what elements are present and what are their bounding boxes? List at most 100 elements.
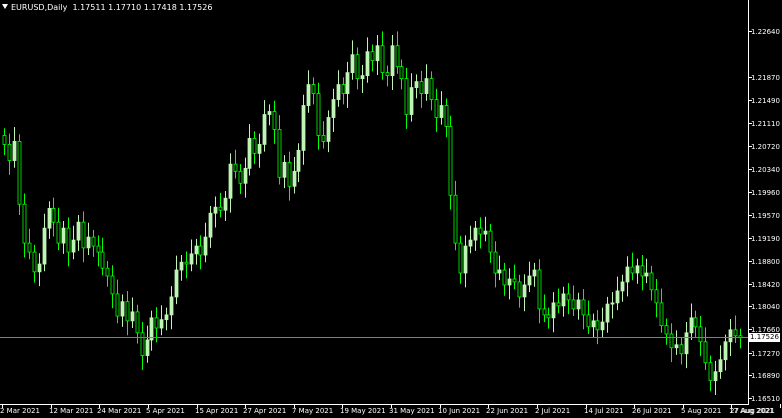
- candle-body: [336, 84, 341, 100]
- price-tick-label: 1.18800: [751, 257, 780, 266]
- candle-body: [257, 144, 262, 154]
- candle-body: [247, 138, 252, 169]
- candle-body: [311, 84, 316, 94]
- candle-body: [321, 135, 326, 142]
- candle-body: [306, 84, 311, 106]
- price-tick-label: 1.19570: [751, 211, 780, 220]
- candle-body: [86, 236, 91, 249]
- candle-body: [644, 272, 649, 277]
- candle-body: [625, 266, 630, 283]
- chart-header[interactable]: EURUSD,Daily 1.17511 1.17710 1.17418 1.1…: [2, 3, 212, 13]
- candle-body: [713, 371, 718, 382]
- candle-body: [105, 267, 110, 277]
- candle-body: [287, 161, 292, 187]
- candle-body: [71, 239, 76, 253]
- candle-body: [728, 329, 733, 343]
- candle-body: [527, 275, 532, 286]
- candle-body: [507, 278, 512, 286]
- price-tick-label: 1.19960: [751, 188, 780, 197]
- candle-body: [238, 170, 243, 184]
- candle-body: [468, 239, 473, 247]
- time-tick-label: 22 Jun 2021: [486, 407, 529, 415]
- candle-body: [723, 341, 728, 361]
- candle-body: [448, 126, 453, 196]
- candle-body: [17, 141, 22, 205]
- candle-body: [664, 325, 669, 335]
- candle-body: [174, 269, 179, 298]
- candle-body: [120, 301, 125, 317]
- candle-body: [453, 194, 458, 244]
- candle-body: [581, 299, 586, 316]
- candle-body: [399, 66, 404, 80]
- candle-body: [213, 206, 218, 214]
- candle-body: [198, 245, 203, 256]
- candle-body: [218, 206, 223, 211]
- candle-body: [282, 161, 287, 178]
- dropdown-triangle-icon[interactable]: [2, 4, 8, 9]
- candle-body: [37, 263, 42, 273]
- candle-body: [483, 230, 488, 235]
- candle-body: [434, 99, 439, 118]
- candle-body: [292, 170, 297, 187]
- candle-body: [370, 51, 375, 62]
- candle-body: [404, 78, 409, 115]
- candle-body: [47, 208, 52, 229]
- price-tick-label: 1.21110: [751, 119, 780, 128]
- candle-body: [512, 278, 517, 283]
- candle-body: [591, 320, 596, 328]
- candle-body: [693, 317, 698, 328]
- candle-body: [360, 75, 365, 80]
- candle-body: [556, 302, 561, 307]
- time-tick-label: 26 Jul 2021: [632, 407, 672, 415]
- time-tick-label: 27 Apr 2021: [243, 407, 287, 415]
- candle-body: [703, 341, 708, 364]
- candle-body: [233, 163, 238, 172]
- price-tick-label: 1.18040: [751, 302, 780, 311]
- current-price-label: 1.17526: [749, 332, 780, 342]
- candle-body: [223, 197, 228, 211]
- candle-body: [355, 54, 360, 80]
- candle-body: [473, 227, 478, 241]
- candle-body: [66, 227, 71, 253]
- price-tick-label: 1.17270: [751, 349, 780, 358]
- candle-body: [708, 362, 713, 382]
- time-tick-label: 5 Aug 2021: [681, 407, 722, 415]
- candle-body: [409, 87, 414, 115]
- candle-body: [517, 281, 522, 298]
- candle-body: [203, 236, 208, 256]
- candle-body: [61, 227, 66, 244]
- candle-body: [718, 359, 723, 373]
- candle-body: [135, 311, 140, 334]
- candle-body: [429, 78, 434, 100]
- candle-body: [301, 105, 306, 151]
- candle-body: [341, 84, 346, 94]
- candle-body: [252, 138, 257, 154]
- price-chart[interactable]: [0, 0, 782, 418]
- candle-body: [478, 227, 483, 235]
- candle-body: [395, 45, 400, 68]
- candle-body: [125, 301, 130, 322]
- candle-body: [169, 296, 174, 316]
- candle-body: [51, 208, 56, 223]
- price-tick-label: 1.16510: [751, 394, 780, 403]
- candle-body: [698, 326, 703, 343]
- candle-body: [502, 269, 507, 286]
- time-tick-label: 19 May 2021: [340, 407, 386, 415]
- candle-body: [350, 54, 355, 74]
- candle-body: [669, 333, 674, 349]
- candle-body: [733, 329, 738, 337]
- candle-body: [140, 332, 145, 356]
- candle-body: [654, 289, 659, 304]
- candle-body: [130, 311, 135, 322]
- candle-body: [27, 242, 32, 253]
- candle-body: [546, 314, 551, 319]
- candle-body: [576, 299, 581, 310]
- candle-body: [551, 302, 556, 319]
- candle-body: [595, 320, 600, 331]
- candle-body: [542, 308, 547, 316]
- time-tick-label: 10 Jun 2021: [438, 407, 481, 415]
- candle-body: [96, 245, 101, 253]
- candle-body: [571, 299, 576, 310]
- candles: [2, 31, 743, 396]
- candle-body: [76, 221, 81, 241]
